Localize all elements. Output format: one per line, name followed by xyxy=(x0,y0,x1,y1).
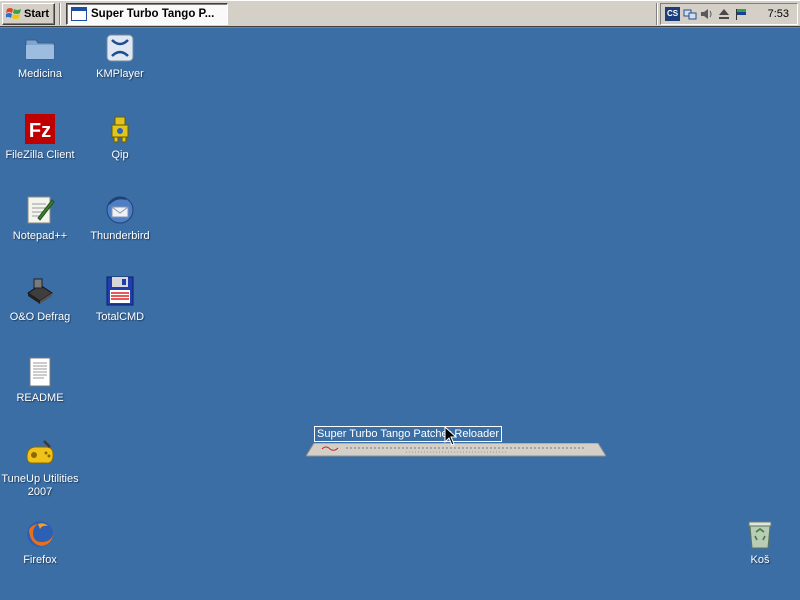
start-button[interactable]: Start xyxy=(2,3,55,25)
volume-icon[interactable] xyxy=(700,7,714,21)
taskbar-separator xyxy=(59,3,61,25)
desktop-icon-notepadpp[interactable]: Notepad++ xyxy=(0,194,80,243)
desktop-icon-oodefrag[interactable]: O&O Defrag xyxy=(0,275,80,324)
tuneup-icon xyxy=(24,437,56,469)
taskbar-separator xyxy=(656,3,658,25)
recycle-bin-icon xyxy=(744,518,776,550)
taskbar: Start Super Turbo Tango P... CS 7:53 xyxy=(0,0,800,28)
folder-icon xyxy=(24,32,56,64)
desktop-icon-label: Firefox xyxy=(23,554,57,566)
mouse-cursor-icon xyxy=(444,426,458,446)
taskbar-window-title: Super Turbo Tango P... xyxy=(91,8,215,20)
desktop-icon-thunderbird[interactable]: Thunderbird xyxy=(80,194,160,243)
desktop-icon-readme[interactable]: README xyxy=(0,356,80,405)
desktop-icon-recycle-bin[interactable]: Koš xyxy=(720,518,800,567)
dragged-window-caption[interactable]: Super Turbo Tango Patcher Reloader xyxy=(314,426,503,442)
desktop-icon-tuneup[interactable]: TuneUp Utilities 2007 xyxy=(0,437,80,499)
desktop-icon-label: FileZilla Client xyxy=(5,149,75,161)
clock[interactable]: 7:53 xyxy=(768,8,797,20)
qip-icon xyxy=(104,113,136,145)
cs-icon[interactable]: CS xyxy=(665,7,680,21)
desktop-icon-label: Koš xyxy=(750,554,770,566)
desktop-icon-label: README xyxy=(16,392,64,404)
desktop-icon-label: O&O Defrag xyxy=(9,311,71,323)
desktop-icon-label: Thunderbird xyxy=(90,230,150,242)
desktop-icon-kmplayer[interactable]: KMPlayer xyxy=(80,32,160,81)
start-label: Start xyxy=(24,8,50,20)
defrag-icon xyxy=(24,275,56,307)
taskbar-window-button[interactable]: Super Turbo Tango P... xyxy=(66,3,228,25)
desktop-icon-qip[interactable]: Qip xyxy=(80,113,160,162)
desktop-icon-filezilla[interactable]: Fz FileZilla Client xyxy=(0,113,80,162)
desktop-icon-medicina[interactable]: Medicina xyxy=(0,32,80,81)
desktop-icon-label: Qip xyxy=(111,149,129,161)
totalcmd-icon xyxy=(104,275,136,307)
flag-icon[interactable] xyxy=(734,7,748,21)
kmplayer-icon xyxy=(104,32,136,64)
desktop-icon-label: Medicina xyxy=(17,68,63,80)
desktop-icon-label: TuneUp Utilities 2007 xyxy=(1,473,79,498)
document-icon xyxy=(24,356,56,388)
desktop-icon-label: KMPlayer xyxy=(96,68,144,80)
firefox-icon xyxy=(24,518,56,550)
svg-text:Fz: Fz xyxy=(29,120,51,142)
system-tray: CS 7:53 xyxy=(660,3,798,25)
cs-icon-label: CS xyxy=(666,9,679,18)
notepad-icon xyxy=(24,194,56,226)
windows-logo-icon xyxy=(6,8,21,19)
window-icon xyxy=(71,7,87,21)
filezilla-icon: Fz xyxy=(24,113,56,145)
desktop-icon-totalcmd[interactable]: TotalCMD xyxy=(80,275,160,324)
desktop-icon-label: TotalCMD xyxy=(95,311,145,323)
thunderbird-icon xyxy=(104,194,136,226)
eject-icon[interactable] xyxy=(717,7,731,21)
desktop-icon-firefox[interactable]: Firefox xyxy=(0,518,80,567)
desktop-icon-label: Notepad++ xyxy=(12,230,68,242)
network-icon[interactable] xyxy=(683,7,697,21)
